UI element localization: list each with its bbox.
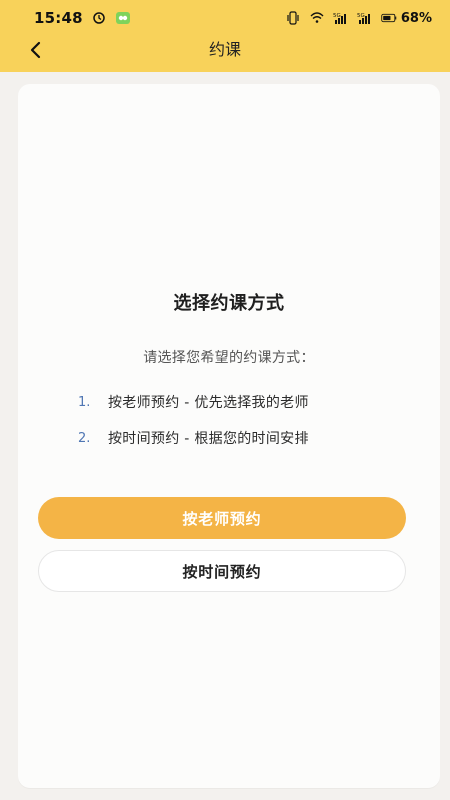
option-line-2: 2. 按时间预约 - 根据您的时间安排: [78, 428, 398, 448]
nav-bar: 约课: [0, 32, 450, 68]
card-title: 选择约课方式: [173, 293, 285, 314]
option-index-2: 2.: [78, 430, 91, 446]
card-subtitle: 请选择您希望的约课方式：: [143, 350, 315, 366]
battery-level: 68%: [400, 10, 432, 26]
signal-5g-icon: 5G: [357, 10, 373, 26]
vibration-icon: [285, 10, 301, 26]
wechat-icon: [115, 10, 131, 26]
book-by-teacher-button[interactable]: 按老师预约: [38, 497, 406, 539]
alarm-icon: [91, 10, 107, 26]
signal-5g-icon: 5G: [333, 10, 349, 26]
battery-icon: [381, 10, 397, 26]
option-text-1: 按老师预约 - 优先选择我的老师: [108, 395, 309, 411]
option-index-1: 1.: [78, 394, 91, 410]
page-title: 约课: [208, 40, 241, 59]
option-text-2: 按时间预约 - 根据您的时间安排: [108, 431, 309, 447]
wifi-icon: [309, 10, 325, 26]
status-bar: 15:48 5G 5G 68%: [0, 0, 450, 36]
status-right: 5G 5G 68%: [277, 10, 432, 26]
status-left: 15:48: [34, 9, 131, 27]
book-by-time-button[interactable]: 按时间预约: [38, 550, 406, 592]
option-line-1: 1. 按老师预约 - 优先选择我的老师: [78, 392, 398, 412]
status-time: 15:48: [34, 9, 83, 27]
booking-card: 选择约课方式 请选择您希望的约课方式： 1. 按老师预约 - 优先选择我的老师 …: [18, 84, 440, 788]
